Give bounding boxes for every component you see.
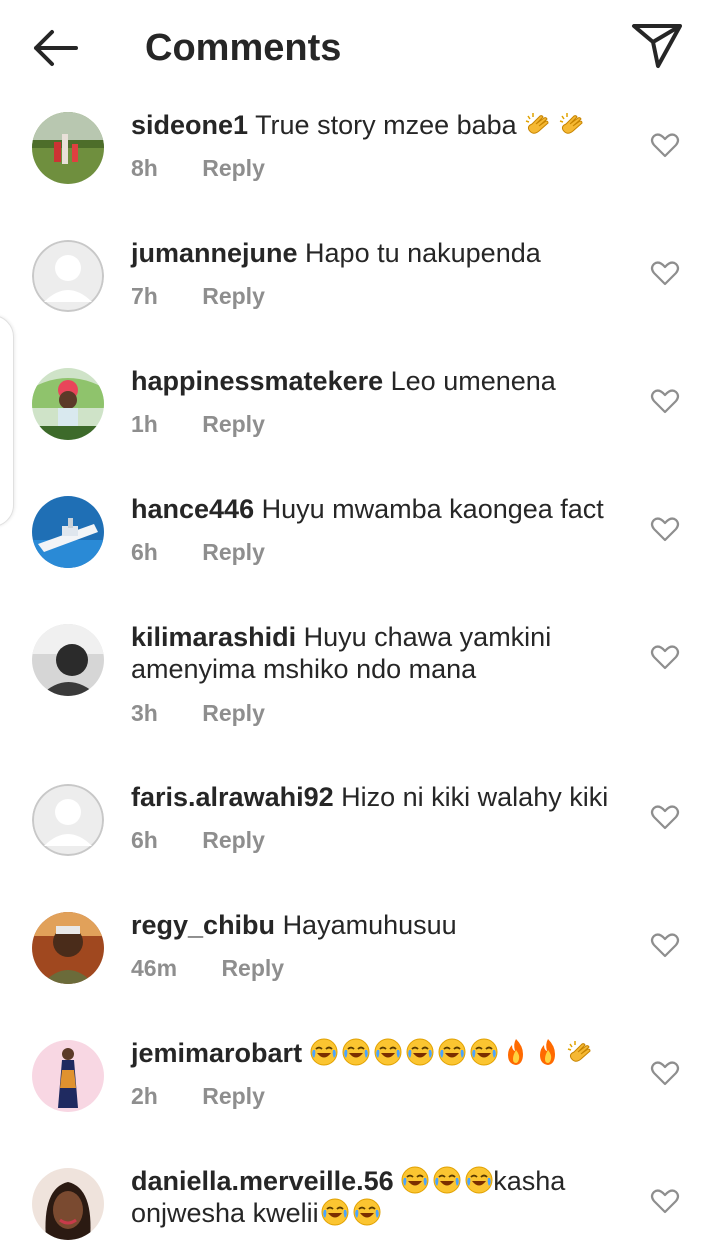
side-edge-handle[interactable] bbox=[0, 315, 14, 527]
reply-button[interactable]: Reply bbox=[202, 699, 265, 727]
clapping-hands-icon bbox=[524, 110, 552, 138]
avatar[interactable] bbox=[32, 496, 104, 568]
reply-button[interactable]: Reply bbox=[202, 154, 265, 182]
avatar[interactable] bbox=[32, 368, 104, 440]
face-with-tears-of-joy-icon bbox=[321, 1198, 349, 1226]
avatar[interactable] bbox=[32, 624, 104, 696]
avatar[interactable] bbox=[32, 784, 104, 856]
heart-icon[interactable] bbox=[650, 1186, 680, 1216]
reply-button[interactable]: Reply bbox=[202, 826, 265, 854]
comment-username[interactable]: faris.alrawahi92 bbox=[131, 782, 334, 812]
avatar[interactable] bbox=[32, 1040, 104, 1112]
fire-icon bbox=[502, 1038, 530, 1066]
comment-text: True story mzee baba bbox=[255, 110, 517, 140]
default-avatar-icon bbox=[32, 784, 104, 856]
heart-icon[interactable] bbox=[650, 130, 680, 160]
comment-timestamp: 46m bbox=[131, 955, 178, 981]
comment-username[interactable]: jumannejune bbox=[131, 238, 298, 268]
heart-icon[interactable] bbox=[650, 930, 680, 960]
heart-icon[interactable] bbox=[650, 802, 680, 832]
avatar[interactable] bbox=[32, 240, 104, 312]
comment-timestamp: 1h bbox=[131, 411, 158, 437]
comment-username[interactable]: regy_chibu bbox=[131, 910, 275, 940]
clapping-hands-icon bbox=[566, 1038, 594, 1066]
paper-plane-icon bbox=[632, 24, 682, 68]
share-button[interactable] bbox=[628, 20, 686, 72]
heart-icon[interactable] bbox=[650, 258, 680, 288]
comment-text: Hizo ni kiki walahy kiki bbox=[341, 782, 609, 812]
comment-username[interactable]: kilimarashidi bbox=[131, 622, 296, 652]
avatar[interactable] bbox=[32, 1168, 104, 1240]
arrow-left-icon bbox=[34, 30, 78, 66]
comment-timestamp: 6h bbox=[131, 539, 158, 565]
comment-username[interactable]: jemimarobart bbox=[131, 1038, 302, 1068]
heart-icon[interactable] bbox=[650, 1058, 680, 1088]
face-with-tears-of-joy-icon bbox=[433, 1166, 461, 1194]
face-with-tears-of-joy-icon bbox=[438, 1038, 466, 1066]
comment-text: Leo umenena bbox=[390, 366, 556, 396]
face-with-tears-of-joy-icon bbox=[470, 1038, 498, 1066]
face-with-tears-of-joy-icon bbox=[374, 1038, 402, 1066]
reply-button[interactable]: Reply bbox=[202, 410, 265, 438]
heart-icon[interactable] bbox=[650, 386, 680, 416]
comment-timestamp: 7h bbox=[131, 283, 158, 309]
comment-text: Hayamuhusuu bbox=[282, 910, 457, 940]
comment-timestamp: 2h bbox=[131, 1083, 158, 1109]
comment-username[interactable]: happinessmatekere bbox=[131, 366, 383, 396]
face-with-tears-of-joy-icon bbox=[465, 1166, 493, 1194]
heart-icon[interactable] bbox=[650, 514, 680, 544]
face-with-tears-of-joy-icon bbox=[342, 1038, 370, 1066]
comment-timestamp: 6h bbox=[131, 827, 158, 853]
heart-icon[interactable] bbox=[650, 642, 680, 672]
comment-username[interactable]: daniella.merveille.56 bbox=[131, 1166, 394, 1196]
clapping-hands-icon bbox=[558, 110, 586, 138]
back-button[interactable] bbox=[28, 24, 84, 72]
face-with-tears-of-joy-icon bbox=[353, 1198, 381, 1226]
comment-username[interactable]: sideone1 bbox=[131, 110, 248, 140]
face-with-tears-of-joy-icon bbox=[406, 1038, 434, 1066]
comment-text: Huyu mwamba kaongea fact bbox=[261, 494, 604, 524]
reply-button[interactable]: Reply bbox=[202, 538, 265, 566]
reply-button[interactable]: Reply bbox=[202, 1082, 265, 1110]
comment-username[interactable]: hance446 bbox=[131, 494, 254, 524]
avatar[interactable] bbox=[32, 112, 104, 184]
comment-text: Hapo tu nakupenda bbox=[305, 238, 541, 268]
top-bar: Comments bbox=[0, 0, 720, 96]
comment-timestamp: 8h bbox=[131, 155, 158, 181]
reply-button[interactable]: Reply bbox=[221, 954, 284, 982]
default-avatar-icon bbox=[32, 240, 104, 312]
comment-timestamp: 3h bbox=[131, 700, 158, 726]
reply-button[interactable]: Reply bbox=[202, 282, 265, 310]
face-with-tears-of-joy-icon bbox=[401, 1166, 429, 1194]
face-with-tears-of-joy-icon bbox=[310, 1038, 338, 1066]
fire-icon bbox=[534, 1038, 562, 1066]
page-title: Comments bbox=[145, 27, 342, 69]
avatar[interactable] bbox=[32, 912, 104, 984]
